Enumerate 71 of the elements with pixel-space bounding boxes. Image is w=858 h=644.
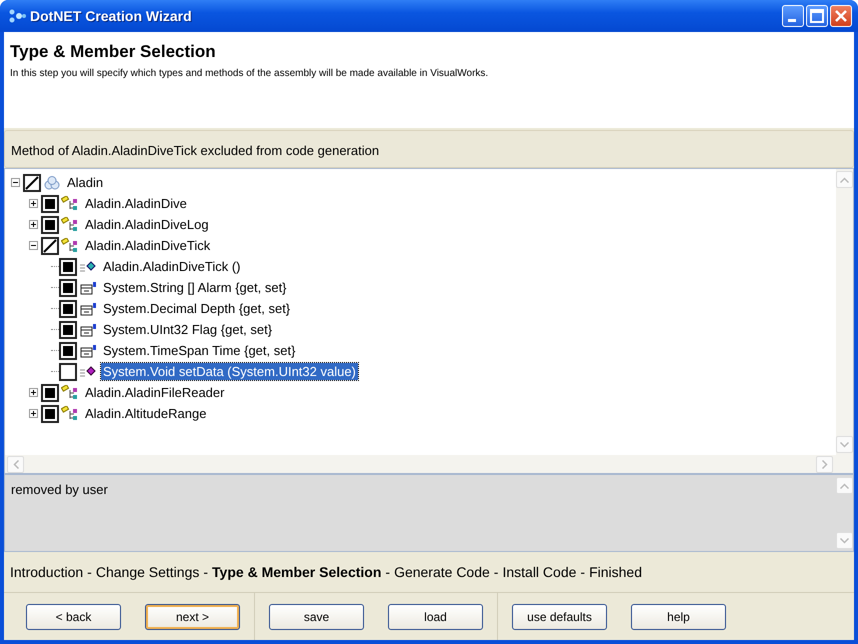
checkbox[interactable] [59, 258, 77, 276]
wizard-step: Type & Member Selection [212, 564, 382, 580]
close-icon [834, 9, 848, 23]
tree-item[interactable]: System.Decimal Depth {get, set} [101, 300, 292, 317]
checkbox[interactable] [59, 362, 77, 380]
class-icon [61, 384, 79, 400]
class-icon [61, 196, 79, 212]
wizard-step: Finished [589, 564, 642, 580]
page-description: In this step you will specify which types and methods of the assembly will be made available in VisualWorks. [10, 68, 490, 79]
window-title: DotNET Creation Wizard [30, 8, 192, 24]
tree-item[interactable]: Aladin.AladinFileReader [83, 384, 226, 401]
method-icon [79, 364, 97, 378]
checkbox[interactable] [41, 216, 59, 234]
tree-item[interactable]: Aladin.AladinDive [83, 195, 189, 212]
tree-item[interactable]: Aladin.AladinDiveTick () [101, 258, 243, 275]
info-text: removed by user [10, 481, 109, 499]
maximize-icon [810, 9, 824, 23]
tree-item[interactable]: Aladin.AladinDiveTick [83, 237, 212, 254]
wizard-step: Introduction [10, 564, 84, 580]
checkbox[interactable] [59, 320, 77, 338]
tree-item[interactable]: Aladin [65, 174, 106, 191]
constructor-icon [79, 260, 97, 274]
checkbox[interactable] [59, 278, 77, 296]
checkbox[interactable] [41, 236, 59, 254]
expander-icon[interactable] [11, 178, 20, 187]
checkbox[interactable] [23, 174, 41, 192]
tree-item[interactable]: Aladin.AltitudeRange [83, 405, 208, 422]
expander-icon[interactable] [29, 199, 38, 208]
step-separator: - [87, 564, 92, 580]
tree-item[interactable]: System.TimeSpan Time {get, set} [101, 342, 298, 359]
page-title: Type & Member Selection [10, 42, 217, 62]
close-button[interactable] [830, 5, 852, 27]
property-icon [79, 344, 97, 358]
checkbox[interactable] [59, 342, 77, 360]
property-icon [79, 302, 97, 316]
tree-item[interactable]: System.Void setData (System.UInt32 value) [101, 363, 358, 380]
wizard-button[interactable]: use defaults [512, 604, 607, 630]
tree-item[interactable]: System.UInt32 Flag {get, set} [101, 321, 274, 338]
wizard-button[interactable]: next > [145, 604, 240, 630]
checkbox[interactable] [41, 194, 59, 212]
expander-icon[interactable] [29, 409, 38, 418]
namespace-icon [43, 176, 61, 190]
property-icon [79, 322, 97, 336]
wizard-button[interactable]: < back [26, 604, 121, 630]
molecule-icon [8, 9, 26, 23]
expander-icon[interactable] [29, 241, 38, 250]
wizard-step: Generate Code [394, 564, 490, 580]
checkbox[interactable] [41, 404, 59, 422]
tree-item[interactable]: Aladin.AladinDiveLog [83, 216, 211, 233]
wizard-step: Install Code [502, 564, 576, 580]
property-icon [79, 280, 97, 294]
class-icon [61, 216, 79, 232]
minimize-icon [788, 18, 796, 22]
step-separator: - [203, 564, 208, 580]
wizard-step: Change Settings [96, 564, 200, 580]
status-message: Method of Aladin.AladinDiveTick excluded from code generation [4, 130, 854, 168]
maximize-button[interactable] [806, 5, 828, 27]
minimize-button[interactable] [782, 5, 804, 27]
step-separator: - [385, 564, 390, 580]
tree-item[interactable]: System.String [] Alarm {get, set} [101, 279, 289, 296]
wizard-button[interactable]: save [269, 604, 364, 630]
class-icon [61, 406, 79, 422]
step-separator: - [494, 564, 498, 580]
expander-icon[interactable] [29, 388, 38, 397]
wizard-button[interactable]: load [388, 604, 483, 630]
step-separator: - [580, 564, 586, 580]
checkbox[interactable] [41, 384, 59, 402]
class-icon [61, 238, 79, 254]
expander-icon[interactable] [29, 220, 38, 229]
wizard-button[interactable]: help [631, 604, 726, 630]
checkbox[interactable] [59, 300, 77, 318]
